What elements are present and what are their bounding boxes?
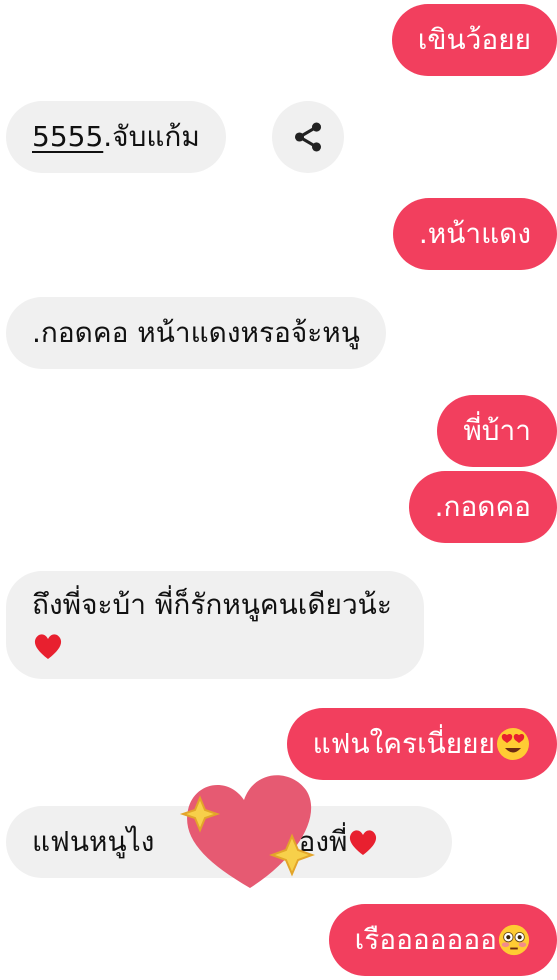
heart-sparkle-sticker	[179, 775, 315, 888]
share-icon	[294, 122, 322, 152]
message-text: พี่บ้าา	[463, 414, 531, 447]
incoming-message-bubble[interactable]: .กอดคอ หน้าแดงหรอจ้ะหนู	[6, 297, 386, 369]
message-text: แฟนหนูไง	[32, 825, 155, 858]
incoming-message-bubble[interactable]: 5555 .จับแก้ม	[6, 101, 226, 173]
message-text: ถึงพี่จะบ้า พี่ก็รักหนูคนเดียวน้ะ	[32, 588, 392, 621]
chat-thread: เขินว้อยย 5555 .จับแก้ม .หน้าแดง .กอดคอ …	[0, 0, 557, 980]
outgoing-message-bubble[interactable]: เขินว้อยย	[391, 4, 557, 76]
phone-number-link[interactable]: 5555	[32, 117, 103, 157]
message-text: .กอดคอ	[434, 490, 531, 523]
message-text: แฟนใครเนี่ยยย	[312, 727, 495, 760]
outgoing-message-bubble[interactable]: .กอดคอ	[408, 471, 557, 543]
red-heart-emoji	[350, 830, 377, 855]
incoming-message-bubble[interactable]: ถึงพี่จะบ้า พี่ก็รักหนูคนเดียวน้ะ	[6, 571, 424, 679]
message-text: .จับแก้ม	[103, 120, 200, 153]
outgoing-message-bubble[interactable]: เรือออออออ	[328, 904, 557, 976]
message-text: เรือออออออ	[354, 923, 497, 956]
outgoing-message-bubble[interactable]: .หน้าแดง	[392, 198, 557, 270]
message-text: .กอดคอ หน้าแดงหรอจ้ะหนู	[32, 316, 360, 349]
message-text: .หน้าแดง	[418, 217, 531, 250]
message-text: เขินว้อยย	[417, 23, 531, 56]
flushed-face-emoji	[498, 924, 530, 956]
share-button[interactable]	[272, 101, 344, 173]
red-heart-emoji	[34, 634, 62, 659]
outgoing-message-bubble[interactable]: พี่บ้าา	[437, 395, 557, 467]
heart-eyes-emoji	[497, 728, 529, 760]
